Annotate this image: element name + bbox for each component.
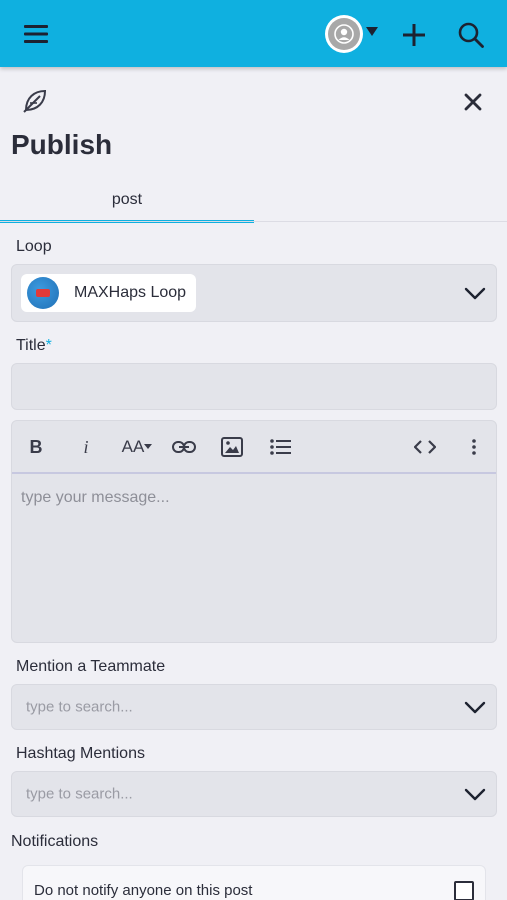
plus-icon[interactable] xyxy=(397,18,431,52)
loop-chip[interactable]: MAXHaps Loop xyxy=(21,274,196,312)
close-icon[interactable] xyxy=(458,87,488,117)
loop-name: MAXHaps Loop xyxy=(74,284,187,301)
chevron-down-icon xyxy=(464,287,486,300)
editor-toolbar: B i AA xyxy=(12,421,496,474)
mention-search-select[interactable]: type to search... xyxy=(11,684,497,730)
tab-divider xyxy=(0,221,507,222)
avatar xyxy=(324,15,363,53)
title-input[interactable] xyxy=(11,363,497,410)
tab-post[interactable]: post xyxy=(0,180,254,223)
italic-button[interactable]: i xyxy=(74,433,98,461)
bold-button[interactable]: B xyxy=(24,433,48,461)
top-app-bar xyxy=(0,0,507,67)
message-editor[interactable]: B i AA type your message... xyxy=(11,420,497,643)
font-size-icon: AA xyxy=(121,437,145,456)
font-size-button[interactable]: AA xyxy=(120,433,154,461)
mention-placeholder: type to search... xyxy=(26,698,133,716)
user-icon xyxy=(327,18,360,50)
do-not-notify-checkbox[interactable] xyxy=(454,881,474,900)
more-options-icon[interactable] xyxy=(462,433,486,461)
hashtag-label: Hashtag Mentions xyxy=(16,745,145,762)
account-menu-button[interactable] xyxy=(322,15,380,53)
editor-placeholder: type your message... xyxy=(21,489,170,506)
code-icon[interactable] xyxy=(412,433,438,461)
loop-select[interactable]: MAXHaps Loop xyxy=(11,264,497,322)
mention-label: Mention a Teammate xyxy=(16,658,166,675)
page-title: Publish xyxy=(11,129,113,160)
required-mark: * xyxy=(45,337,52,354)
caret-down-icon xyxy=(365,26,378,36)
feather-icon xyxy=(20,86,50,116)
hashtag-search-select[interactable]: type to search... xyxy=(11,771,497,817)
image-icon[interactable] xyxy=(219,433,245,461)
notify-option-label: Do not notify anyone on this post xyxy=(34,882,253,899)
notify-option-row[interactable]: Do not notify anyone on this post xyxy=(22,865,486,900)
chevron-down-icon xyxy=(464,701,486,714)
search-icon[interactable] xyxy=(454,18,488,52)
loop-logo xyxy=(27,277,59,309)
chevron-down-icon xyxy=(464,788,486,801)
loop-label: Loop xyxy=(16,238,52,255)
link-icon[interactable] xyxy=(170,433,198,461)
hashtag-placeholder: type to search... xyxy=(26,785,133,803)
caret-down-icon xyxy=(144,444,153,449)
title-label: Title* xyxy=(16,337,52,354)
notifications-label: Notifications xyxy=(11,833,99,850)
menu-icon[interactable] xyxy=(20,18,52,50)
bulleted-list-icon[interactable] xyxy=(268,433,294,461)
